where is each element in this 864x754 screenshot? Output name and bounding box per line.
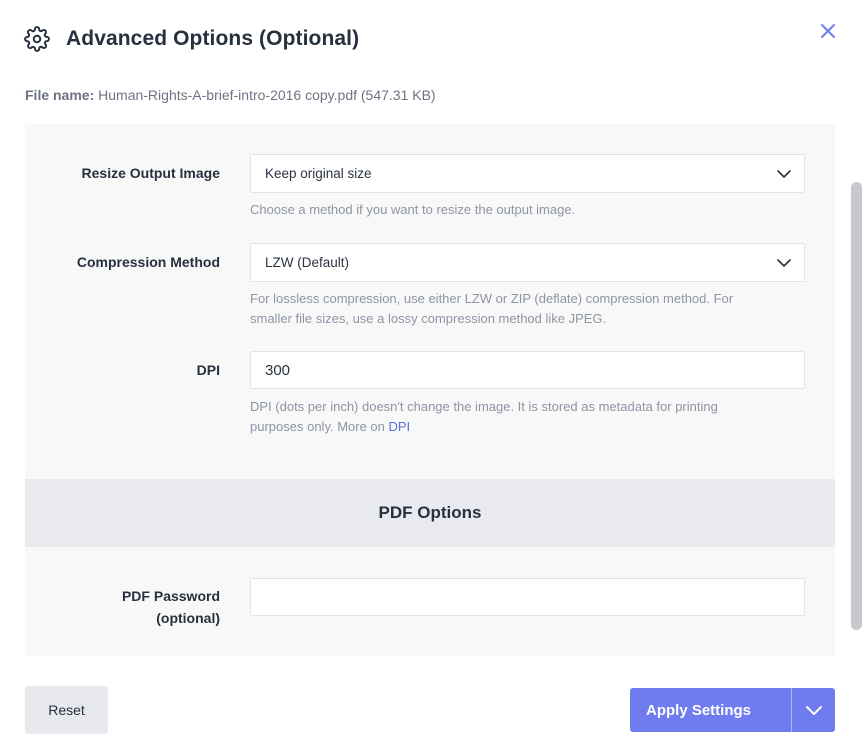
dialog-title: Advanced Options (Optional) [66, 27, 360, 50]
apply-settings-group: Apply Settings [630, 688, 835, 732]
compression-help-line2: smaller file sizes, use a lossy compress… [250, 311, 607, 326]
dpi-help-line2-text: purposes only. More on [250, 419, 389, 434]
resize-select[interactable]: Keep original size [250, 154, 805, 193]
chevron-down-icon [777, 170, 791, 178]
dpi-help-line1: DPI (dots per inch) doesn't change the i… [250, 399, 718, 414]
resize-label: Resize Output Image [81, 165, 220, 181]
pdf-password-input[interactable] [250, 578, 805, 616]
pdf-password-label: PDF Password (optional) [25, 585, 220, 629]
file-name-label: File name: [25, 87, 95, 103]
compression-help-line1: For lossless compression, use either LZW… [250, 291, 734, 306]
file-name-line: File name: Human-Rights-A-brief-intro-20… [25, 87, 436, 103]
dpi-help: DPI (dots per inch) doesn't change the i… [250, 397, 810, 437]
pdf-options-header: PDF Options [25, 479, 835, 547]
close-icon[interactable] [817, 20, 839, 42]
dpi-help-line2: purposes only. More on DPI [250, 417, 810, 437]
gear-icon [24, 26, 50, 52]
dialog-header: Advanced Options (Optional) [24, 24, 359, 54]
compression-select-value: LZW (Default) [265, 255, 350, 270]
reset-button[interactable]: Reset [25, 686, 108, 734]
chevron-down-icon [805, 706, 822, 715]
dpi-label: DPI [196, 362, 220, 378]
pdf-password-label-line1: PDF Password [121, 588, 220, 604]
dpi-input[interactable] [250, 351, 805, 389]
compression-select[interactable]: LZW (Default) [250, 243, 805, 282]
compression-help: For lossless compression, use either LZW… [250, 289, 810, 329]
resize-help: Choose a method if you want to resize th… [250, 202, 576, 217]
file-name-value: Human-Rights-A-brief-intro-2016 copy.pdf… [98, 87, 436, 103]
scrollbar[interactable] [851, 182, 862, 630]
chevron-down-icon [777, 259, 791, 267]
pdf-password-label-line2: (optional) [156, 610, 220, 626]
apply-settings-button[interactable]: Apply Settings [630, 688, 791, 732]
options-panel: Resize Output Image Keep original size C… [25, 124, 835, 656]
pdf-options-title: PDF Options [378, 503, 482, 522]
apply-options-dropdown[interactable] [792, 688, 835, 732]
compression-label: Compression Method [76, 254, 220, 270]
resize-select-value: Keep original size [265, 166, 372, 181]
dpi-help-link[interactable]: DPI [389, 419, 411, 434]
